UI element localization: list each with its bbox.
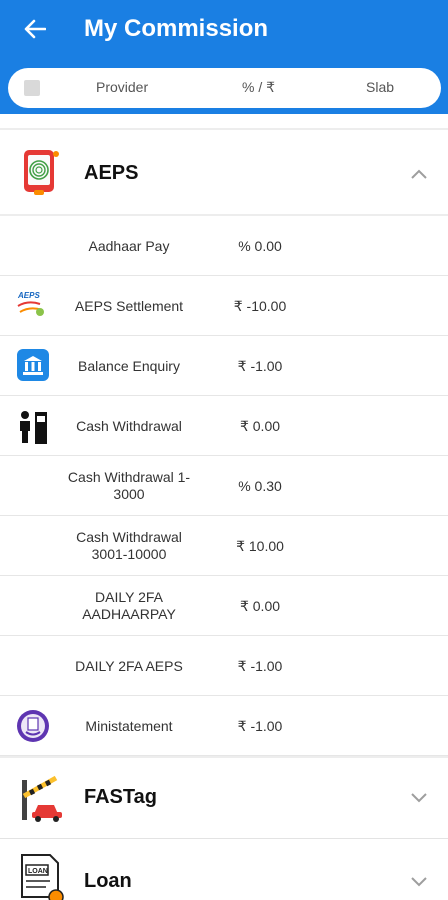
group-header-fastag[interactable]: FASTag (0, 758, 448, 838)
commission-row[interactable]: Cash Withdrawal 3001-10000 ₹ 10.00 (0, 516, 448, 576)
commission-row[interactable]: DAILY 2FA AADHAARPAY ₹ 0.00 (0, 576, 448, 636)
aeps-logo-icon: AEPS (14, 288, 52, 324)
svg-text:LOAN: LOAN (28, 868, 48, 875)
page-title: My Commission (84, 15, 269, 42)
group-header-loan[interactable]: LOAN Loan (0, 839, 448, 900)
provider-name: Balance Enquiry (78, 357, 180, 374)
commission-value: % 0.00 (238, 238, 282, 254)
provider-name: Cash Withdrawal 1-3000 (67, 469, 191, 502)
commission-row[interactable]: Balance Enquiry ₹ -1.00 (0, 336, 448, 396)
commission-value: ₹ 0.00 (239, 417, 281, 434)
provider-name: DAILY 2FA AEPS (75, 657, 183, 674)
provider-name: AEPS Settlement (74, 297, 184, 314)
app-bar: My Commission Provider % / ₹ Slab (0, 0, 448, 114)
commission-value: ₹ -1.00 (237, 657, 283, 674)
commission-row[interactable]: Aadhaar Pay % 0.00 (0, 216, 448, 276)
commission-value: % 0.30 (238, 478, 282, 494)
commission-value: ₹ -1.00 (237, 717, 283, 734)
commission-row[interactable]: Ministatement ₹ -1.00 (0, 696, 448, 756)
commission-row[interactable]: Cash Withdrawal 1-3000 % 0.30 (0, 456, 448, 516)
slab-column-header: Slab (366, 79, 395, 95)
statement-icon (14, 708, 52, 744)
group-title-loan: Loan (84, 870, 132, 892)
commission-row[interactable]: Cash Withdrawal ₹ 0.00 (0, 396, 448, 456)
commission-value: ₹ 0.00 (239, 597, 281, 614)
back-button[interactable] (18, 12, 52, 46)
commission-value: ₹ 10.00 (236, 537, 284, 554)
column-header-bar: Provider % / ₹ Slab (8, 68, 441, 108)
select-all-checkbox[interactable] (24, 80, 40, 96)
provider-column-header: Provider (96, 79, 149, 95)
bank-icon (14, 348, 52, 384)
atm-person-icon (14, 408, 52, 444)
provider-name: Ministatement (85, 717, 173, 734)
aeps-fingerprint-icon (16, 146, 68, 198)
commission-value: ₹ -1.00 (237, 357, 283, 374)
toll-barrier-car-icon (16, 774, 68, 826)
svg-text:AEPS: AEPS (17, 291, 40, 300)
chevron-down-icon[interactable] (410, 875, 428, 887)
chevron-down-icon[interactable] (410, 791, 428, 803)
provider-name: Aadhaar Pay (88, 237, 170, 254)
loan-document-icon: LOAN (16, 853, 68, 900)
commission-row[interactable]: AEPS AEPS Settlement ₹ -10.00 (0, 276, 448, 336)
chevron-up-icon[interactable] (410, 167, 428, 179)
provider-name: Cash Withdrawal 3001-10000 (76, 529, 182, 562)
group-title-fastag: FASTag (84, 786, 157, 808)
commission-row[interactable]: DAILY 2FA AEPS ₹ -1.00 (0, 636, 448, 696)
group-title-aeps: AEPS (84, 162, 139, 184)
percent-rupee-column-header: % / ₹ (242, 79, 276, 95)
commission-value: ₹ -10.00 (233, 297, 287, 314)
provider-name: DAILY 2FA AADHAARPAY (82, 589, 176, 622)
provider-name: Cash Withdrawal (76, 417, 182, 434)
group-header-aeps[interactable]: AEPS (0, 130, 448, 214)
arrow-left-icon (24, 19, 46, 39)
